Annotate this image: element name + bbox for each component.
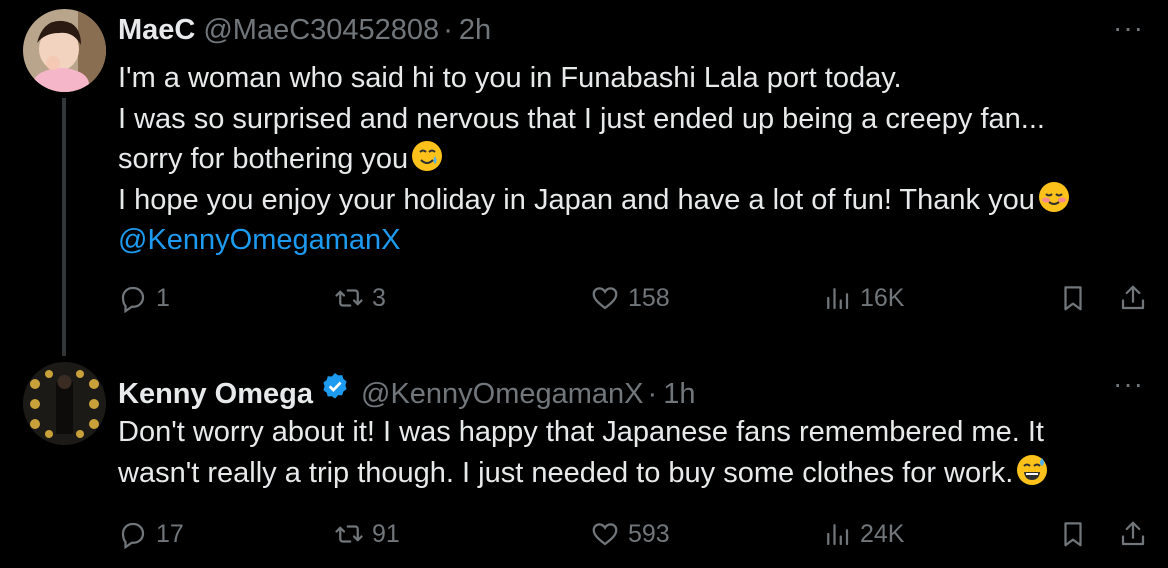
tweet-line: wasn't really a trip though. I just need… — [118, 453, 1128, 494]
repost-button[interactable]: 3 — [334, 283, 386, 313]
tweet-header: MaeC @MaeC30452808 · 2h — [118, 14, 491, 47]
like-count: 593 — [628, 519, 670, 548]
share-icon — [1121, 521, 1145, 546]
tweet-line-text: sorry for bothering you — [118, 143, 409, 175]
bookmark-button[interactable] — [1058, 519, 1088, 549]
user-handle[interactable]: @KennyOmegamanX — [361, 378, 644, 411]
reply-icon — [121, 522, 145, 549]
bookmark-button[interactable] — [1058, 283, 1088, 313]
tweet-text: Don't worry about it! I was happy that J… — [118, 412, 1128, 493]
views-button[interactable]: 16K — [822, 283, 904, 313]
user-handle[interactable]: @MaeC30452808 — [203, 14, 439, 47]
share-icon — [1121, 285, 1145, 310]
avatar-maec[interactable] — [23, 9, 106, 92]
heart-icon — [592, 287, 618, 310]
view-count: 24K — [860, 519, 905, 548]
tweet-kenny-omega[interactable]: Kenny Omega @KennyOmegamanX · 1h ··· Don… — [0, 356, 1168, 568]
reply-count: 17 — [156, 519, 184, 548]
tweet-line: I'm a woman who said hi to you in Funaba… — [118, 62, 902, 94]
smiling-face-with-tear-emoji — [410, 139, 444, 173]
timestamp[interactable]: 2h — [459, 14, 491, 47]
like-count: 158 — [628, 283, 670, 312]
repost-icon — [335, 289, 363, 307]
heart-icon — [592, 523, 618, 546]
tweet-header: Kenny Omega @KennyOmegamanX · 1h — [118, 371, 695, 411]
repost-count: 91 — [372, 519, 400, 548]
reply-count: 1 — [156, 283, 170, 312]
grinning-face-with-sweat-emoji — [1015, 453, 1049, 487]
reply-icon — [121, 286, 145, 313]
share-button[interactable] — [1118, 283, 1148, 313]
repost-count: 3 — [372, 283, 386, 312]
separator-dot: · — [647, 378, 658, 410]
tweet-line-text: wasn't really a trip though. I just need… — [118, 456, 1014, 489]
tweet-line: sorry for bothering you — [118, 139, 1128, 180]
more-options-icon[interactable]: ··· — [1113, 12, 1144, 44]
tweet-text: I'm a woman who said hi to you in Funaba… — [118, 58, 1128, 261]
display-name[interactable]: MaeC — [118, 14, 195, 47]
tweet-line: I hope you enjoy your holiday in Japan a… — [118, 180, 1128, 221]
view-count: 16K — [860, 283, 905, 312]
reply-button[interactable]: 17 — [118, 519, 184, 549]
tweet-actions: 1 3 158 16K — [118, 283, 1158, 319]
repost-icon — [335, 525, 363, 543]
smiling-face-blushing-emoji — [1037, 180, 1071, 214]
thread-line — [62, 98, 66, 356]
tweet-actions: 17 91 593 24K — [118, 519, 1158, 555]
views-button[interactable]: 24K — [822, 519, 904, 549]
display-name[interactable]: Kenny Omega — [118, 378, 313, 411]
analytics-icon — [827, 288, 849, 310]
more-options-icon[interactable]: ··· — [1113, 368, 1144, 400]
like-button[interactable]: 158 — [590, 283, 670, 313]
tweet-line: Don't worry about it! I was happy that J… — [118, 416, 1044, 448]
avatar-kenny-omega[interactable] — [23, 362, 106, 445]
bookmark-icon — [1064, 286, 1082, 311]
bookmark-icon — [1064, 522, 1082, 547]
mention-link[interactable]: @KennyOmegamanX — [118, 220, 1128, 261]
repost-button[interactable]: 91 — [334, 519, 400, 549]
separator-dot: · — [443, 14, 453, 46]
analytics-icon — [827, 524, 849, 546]
like-button[interactable]: 593 — [590, 519, 670, 549]
reply-button[interactable]: 1 — [118, 283, 170, 313]
timestamp[interactable]: 1h — [663, 378, 695, 411]
tweet-line-text: I hope you enjoy your holiday in Japan a… — [118, 183, 1035, 216]
share-button[interactable] — [1118, 519, 1148, 549]
tweet-line: I was so surprised and nervous that I ju… — [118, 102, 1045, 135]
verified-badge-icon — [319, 371, 351, 403]
tweet-maec[interactable]: MaeC @MaeC30452808 · 2h ··· I'm a woman … — [0, 0, 1168, 356]
